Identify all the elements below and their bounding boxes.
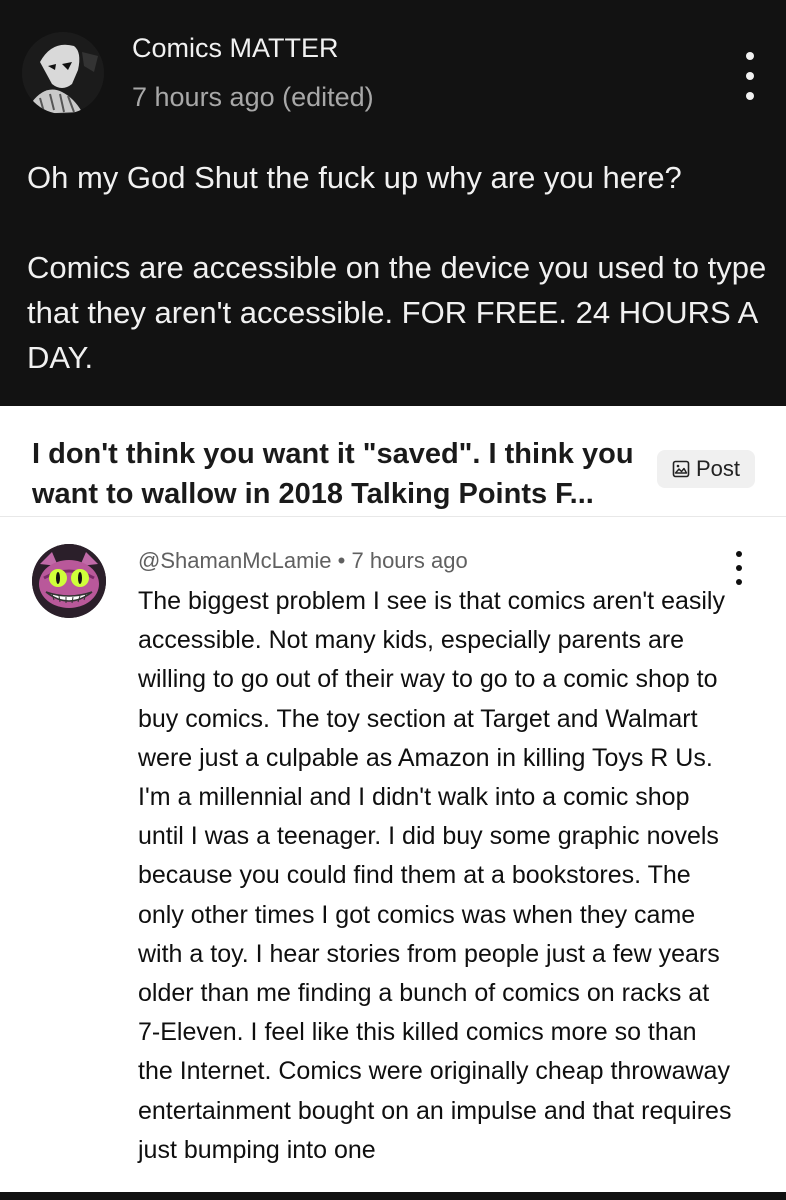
comment-text: Oh my God Shut the fuck up why are you h…: [27, 155, 767, 380]
avatar[interactable]: [22, 32, 104, 114]
embedded-screenshot-card: I don't think you want it "saved". I thi…: [0, 406, 786, 1200]
divider: [0, 516, 786, 517]
post-button[interactable]: Post: [657, 450, 755, 488]
commenter-handle[interactable]: @ShamanMcLamie: [138, 548, 332, 573]
post-button-label: Post: [695, 456, 741, 481]
paragraph: Oh my God Shut the fuck up why are you h…: [27, 160, 682, 195]
comment-text: The biggest problem I see is that comics…: [138, 587, 732, 1164]
bottom-edge: [0, 1192, 786, 1200]
post-title[interactable]: I don't think you want it "saved". I thi…: [32, 434, 652, 514]
comment-meta: @ShamanMcLamie • 7 hours ago: [138, 548, 468, 574]
meta-separator: •: [337, 548, 346, 573]
comment-time: 7 hours ago: [351, 548, 468, 573]
masked-figure-avatar-icon: [22, 32, 104, 114]
avatar[interactable]: [32, 544, 106, 618]
author-name[interactable]: Comics MATTER: [132, 33, 339, 64]
more-vert-icon[interactable]: [738, 52, 762, 100]
more-vert-icon[interactable]: [733, 551, 745, 585]
timestamp: 7 hours ago (edited): [132, 82, 374, 112]
reply-comment: Comics MATTER 7 hours ago (edited) Oh my…: [0, 0, 786, 406]
cheshire-cat-avatar-icon: [32, 544, 106, 618]
post-image-icon: [672, 460, 690, 478]
paragraph: Comics are accessible on the device you …: [27, 250, 767, 375]
